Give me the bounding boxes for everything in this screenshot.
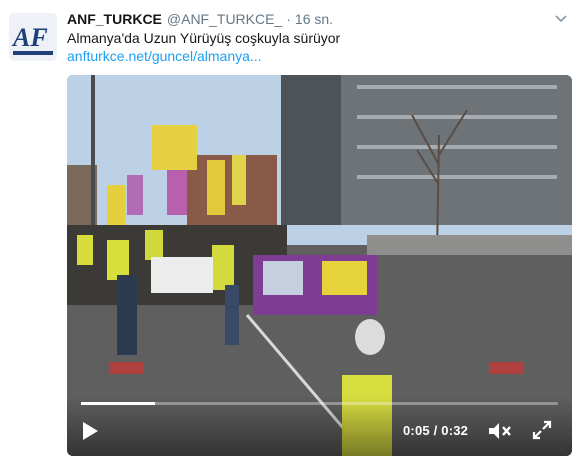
duration: 0:32	[441, 423, 469, 438]
time-separator: /	[433, 423, 438, 438]
tweet-text: Almanya'da Uzun Yürüyüş coşkuyla sürüyor	[67, 30, 341, 46]
expand-icon[interactable]	[532, 420, 552, 440]
progress-bar[interactable]	[81, 402, 558, 405]
anf-logo-icon: AF	[9, 13, 57, 61]
author-name[interactable]: ANF_TURKCE	[67, 11, 162, 27]
svg-text:AF: AF	[11, 23, 48, 52]
current-time: 0:05	[403, 423, 430, 438]
tweet-card[interactable]: AF ANF_TURKCE @ANF_TURKCE_ · 16 sn. Alma…	[0, 0, 578, 461]
progress-fill	[81, 402, 156, 405]
video-timecode: 0:05 / 0:32	[403, 423, 468, 438]
muted-speaker-icon[interactable]	[488, 421, 512, 441]
avatar[interactable]: AF	[9, 13, 57, 61]
video-player[interactable]: 0:05 / 0:32	[67, 75, 572, 456]
tweet-header: ANF_TURKCE @ANF_TURKCE_ · 16 sn.	[67, 11, 333, 29]
video-controls: 0:05 / 0:32	[67, 396, 572, 456]
timestamp[interactable]: 16 sn.	[295, 11, 333, 27]
author-handle[interactable]: @ANF_TURKCE_	[167, 11, 282, 27]
meta-separator: ·	[286, 11, 291, 27]
tweet-link[interactable]: anfturkce.net/guncel/almanya...	[67, 48, 262, 64]
chevron-down-icon[interactable]	[554, 12, 568, 26]
play-icon[interactable]	[81, 421, 99, 441]
